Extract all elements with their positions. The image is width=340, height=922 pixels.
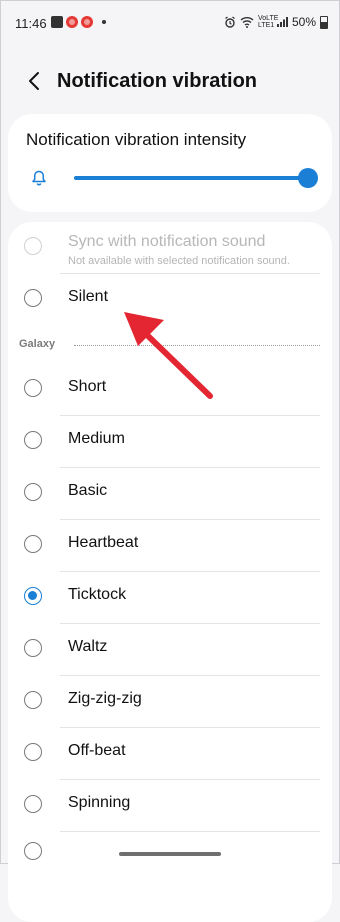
radio-zig-zig-zig[interactable] [24,691,42,709]
network-type-bottom: LTE1 [257,22,275,29]
app-notification-icon [66,16,78,28]
option-partial [8,832,332,884]
more-notifications-dot-icon [102,20,106,24]
option-sync-with-notification-sound: Sync with notification sound Not availab… [8,222,332,274]
wifi-icon [240,17,254,28]
radio-basic[interactable] [24,483,42,501]
option-label: Sync with notification sound [68,233,266,250]
intensity-slider[interactable] [74,168,318,188]
radio-ticktock[interactable] [24,587,42,605]
annotation-arrow-icon [124,312,213,399]
option-label: Heartbeat [68,534,139,551]
gesture-handle[interactable] [119,852,221,856]
option-waltz[interactable]: Waltz [8,624,332,676]
radio-silent[interactable] [24,289,42,307]
status-notification-icons [51,16,106,28]
slider-fill [74,176,308,180]
option-label: Ticktock [68,586,127,603]
gallery-icon [51,16,63,28]
page-title: Notification vibration [57,70,257,92]
option-label: Off-beat [68,742,126,759]
radio-sync [24,237,42,255]
option-zig-zig-zig[interactable]: Zig-zig-zig [8,676,332,728]
option-ticktock[interactable]: Ticktock [8,572,332,624]
option-spinning[interactable]: Spinning [8,780,332,832]
radio-short[interactable] [24,379,42,397]
option-off-beat[interactable]: Off-beat [8,728,332,780]
option-heartbeat[interactable]: Heartbeat [8,520,332,572]
option-label: Spinning [68,794,131,811]
radio-waltz[interactable] [24,639,42,657]
option-label: Short [68,378,107,395]
option-label: Medium [68,430,125,447]
section-label: Galaxy [19,338,56,350]
radio-off-beat[interactable] [24,743,42,761]
option-medium[interactable]: Medium [8,416,332,468]
status-time: 11:46 [15,16,47,31]
bell-icon [32,170,46,186]
radio-spinning[interactable] [24,795,42,813]
radio-partial [24,842,42,860]
back-arrow-icon[interactable] [24,70,46,92]
option-label: Basic [68,482,108,499]
status-bar: 11:46 VoLTE LTE1 50% [0,0,340,44]
status-system-icons: VoLTE LTE1 50% [224,15,328,29]
app-notification-icon-2 [81,16,93,28]
option-label: Silent [68,288,109,305]
option-sublabel: Not available with selected notification… [68,255,290,267]
battery-icon [320,15,328,29]
intensity-card: Notification vibration intensity [8,114,332,212]
battery-percent: 50% [291,15,316,29]
radio-heartbeat[interactable] [24,535,42,553]
intensity-label: Notification vibration intensity [26,130,247,149]
network-type-label: VoLTE LTE1 [257,15,279,29]
option-label: Waltz [68,638,108,655]
option-basic[interactable]: Basic [8,468,332,520]
signal-icon [276,17,288,27]
slider-thumb[interactable] [298,168,318,188]
radio-medium[interactable] [24,431,42,449]
option-label: Zig-zig-zig [68,690,142,707]
alarm-icon [225,16,235,28]
